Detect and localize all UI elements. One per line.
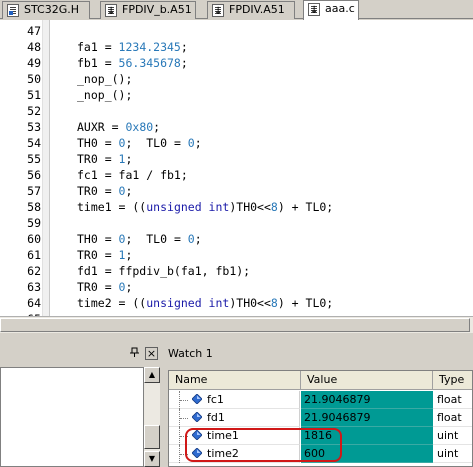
code-line[interactable]: time2 = ((unsigned int)TH0<<8) + TL0; bbox=[77, 295, 333, 311]
line-number: 47 bbox=[27, 24, 41, 38]
watch-value-cell[interactable]: 21.9046879 bbox=[301, 391, 433, 409]
code-line[interactable]: AUXR = 0x80; bbox=[77, 119, 160, 135]
code-line[interactable]: TH0 = 0; TL0 = 0; bbox=[77, 231, 202, 247]
tab-label: FPDIV_b.A51 bbox=[122, 3, 192, 16]
column-header-value[interactable]: Value bbox=[301, 371, 433, 390]
asm-file-icon bbox=[212, 4, 224, 19]
watch-row[interactable]: fd1 21.9046879 float bbox=[169, 409, 472, 427]
pane-title-bar: × bbox=[0, 343, 162, 365]
editor-margin[interactable] bbox=[42, 20, 50, 316]
line-number: 59 bbox=[27, 216, 41, 230]
watch-type-cell: uint bbox=[433, 445, 472, 463]
watch-value-cell[interactable]: 21.9046879 bbox=[301, 409, 433, 427]
scroll-up-button[interactable]: ▲ bbox=[144, 367, 160, 383]
line-number: 55 bbox=[27, 152, 41, 166]
tab-label: STC32G.H bbox=[24, 3, 80, 16]
watch-type-cell: float bbox=[433, 409, 472, 427]
variable-icon bbox=[192, 412, 202, 422]
asm-file-icon bbox=[105, 4, 117, 19]
editor-horizontal-scrollbar[interactable] bbox=[0, 316, 473, 333]
line-number: 53 bbox=[27, 120, 41, 134]
line-number: 60 bbox=[27, 232, 41, 246]
vertical-scrollbar[interactable]: ▲ ▼ bbox=[144, 367, 160, 467]
watch-type-cell: uint bbox=[433, 427, 472, 445]
tab-fpdiv-a51[interactable]: FPDIV.A51 bbox=[207, 1, 295, 19]
column-header-name[interactable]: Name bbox=[169, 371, 301, 390]
tab-label: FPDIV.A51 bbox=[229, 3, 285, 16]
code-line[interactable]: time1 = ((unsigned int)TH0<<8) + TL0; bbox=[77, 199, 333, 215]
line-number: 51 bbox=[27, 88, 41, 102]
watch-name-cell[interactable]: fc1 bbox=[169, 391, 300, 409]
watch-row[interactable]: fc1 21.9046879 float bbox=[169, 391, 472, 409]
line-number: 58 bbox=[27, 200, 41, 214]
code-line[interactable]: TR0 = 1; bbox=[77, 151, 132, 167]
code-line[interactable]: TR0 = 1; bbox=[77, 247, 132, 263]
variable-icon bbox=[192, 394, 202, 404]
line-number: 63 bbox=[27, 280, 41, 294]
tree-connector bbox=[179, 409, 191, 427]
tab-aaa-c[interactable]: aaa.c bbox=[303, 0, 359, 20]
tab-fpdiv-b-a51[interactable]: FPDIV_b.A51 bbox=[100, 1, 196, 19]
line-number: 52 bbox=[27, 104, 41, 118]
line-number: 49 bbox=[27, 56, 41, 70]
code-editor[interactable]: 47484950515253545556575859606162636465 f… bbox=[0, 20, 473, 316]
code-line[interactable]: _nop_(); bbox=[77, 87, 132, 103]
code-line[interactable]: TR0 = 0; bbox=[77, 279, 132, 295]
line-number: 48 bbox=[27, 40, 41, 54]
close-icon[interactable]: × bbox=[145, 347, 158, 360]
code-line[interactable]: fc1 = fa1 / fb1; bbox=[77, 167, 188, 183]
header-file-icon bbox=[7, 4, 19, 17]
watch-var-name: fc1 bbox=[207, 393, 224, 406]
tab-stc32g-h[interactable]: STC32G.H bbox=[2, 1, 90, 19]
scrollbar-thumb[interactable] bbox=[0, 318, 470, 332]
column-header-type[interactable]: Type bbox=[433, 371, 472, 390]
highlight-annotation bbox=[185, 428, 342, 462]
tree-connector bbox=[179, 391, 191, 409]
watch-type-cell: float bbox=[433, 391, 472, 409]
watch-name-cell[interactable]: fd1 bbox=[169, 409, 300, 427]
code-line[interactable]: fd1 = ffpdiv_b(fa1, fb1); bbox=[77, 263, 250, 279]
code-line[interactable]: _nop_(); bbox=[77, 71, 132, 87]
left-docked-pane: × ▲ ▼ bbox=[0, 343, 162, 467]
tab-label: aaa.c bbox=[325, 2, 355, 15]
pane-splitter[interactable] bbox=[0, 333, 473, 343]
code-line[interactable]: TR0 = 0; bbox=[77, 183, 132, 199]
scroll-down-button[interactable]: ▼ bbox=[144, 451, 160, 467]
code-line[interactable]: fb1 = 56.345678; bbox=[77, 55, 188, 71]
editor-tab-bar: STC32G.H FPDIV_b.A51 FPDIV.A51 aaa.c bbox=[0, 0, 473, 20]
line-number: 56 bbox=[27, 168, 41, 182]
line-number: 54 bbox=[27, 136, 41, 150]
code-line[interactable]: fa1 = 1234.2345; bbox=[77, 39, 188, 55]
watch-var-name: fd1 bbox=[207, 411, 225, 424]
line-number: 62 bbox=[27, 264, 41, 278]
watch-title: Watch 1 bbox=[168, 347, 213, 360]
pin-icon[interactable] bbox=[128, 347, 140, 359]
line-number: 61 bbox=[27, 248, 41, 262]
line-number: 57 bbox=[27, 184, 41, 198]
line-number: 50 bbox=[27, 72, 41, 86]
pane-content[interactable] bbox=[0, 367, 144, 467]
code-line[interactable]: TH0 = 0; TL0 = 0; bbox=[77, 135, 202, 151]
c-file-icon bbox=[308, 3, 320, 19]
scrollbar-thumb[interactable] bbox=[144, 425, 160, 449]
line-number: 64 bbox=[27, 296, 41, 310]
line-number-gutter: 47484950515253545556575859606162636465 bbox=[0, 20, 42, 316]
